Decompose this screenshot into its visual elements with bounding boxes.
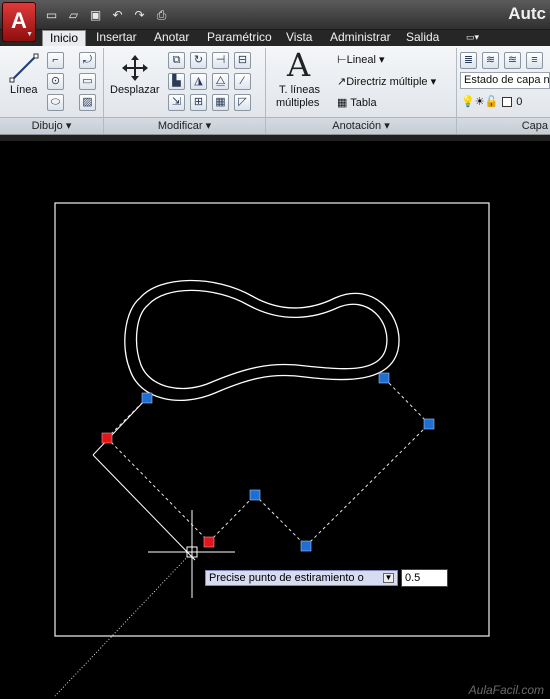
grip-unselected[interactable] xyxy=(141,392,153,404)
mtext-label-line1[interactable]: T. líneas xyxy=(279,84,320,96)
dynamic-input-prompt: Precise punto de estiramiento o ▼ xyxy=(205,570,398,586)
save-icon[interactable]: ▣ xyxy=(86,6,105,24)
directriz-label: Directriz múltiple xyxy=(346,76,428,88)
scale-icon[interactable]: ⇲ xyxy=(168,94,185,111)
circle-icon[interactable]: ⊙ xyxy=(47,73,64,90)
layer-states-icon[interactable]: ≋ xyxy=(482,52,499,69)
chamfer-icon[interactable]: ◸ xyxy=(234,94,251,111)
chevron-down-icon: ▼ xyxy=(26,31,33,38)
array-icon[interactable]: ⊞ xyxy=(190,94,207,111)
tab-salida[interactable]: Salida xyxy=(406,30,439,46)
watermark: AulaFacil.com xyxy=(468,683,544,697)
new-icon[interactable]: ▭ xyxy=(42,6,61,24)
panel-title-modificar[interactable]: Modificar ▾ xyxy=(104,117,265,134)
tab-parametrico[interactable]: Paramétrico xyxy=(207,30,272,46)
grip-selected[interactable] xyxy=(101,432,113,444)
open-icon[interactable]: ▱ xyxy=(64,6,83,24)
layer-control[interactable]: 💡☀🔓 0 xyxy=(461,95,522,108)
title-bar: ▭ ▱ ▣ ↶ ↷ ⎙ Autc xyxy=(0,0,550,30)
autocad-window: ▭ ▱ ▣ ↶ ↷ ⎙ Autc A ▼ Inicio Insertar Ano… xyxy=(0,0,550,699)
panel-title-capas[interactable]: Capa xyxy=(457,117,550,134)
tab-inicio[interactable]: Inicio xyxy=(42,30,87,47)
trim-icon[interactable]: ⊣ xyxy=(212,52,229,69)
linea-button[interactable]: Línea xyxy=(10,84,38,96)
dynamic-input-field[interactable]: 0.5 xyxy=(401,569,448,587)
hatch-icon[interactable]: ▨ xyxy=(79,94,96,111)
mtext-label-line2[interactable]: múltiples xyxy=(276,97,319,109)
dibujo-title-label: Dibujo xyxy=(31,120,63,132)
anotacion-title-label: Anotación xyxy=(332,120,382,132)
lineal-label: Lineal xyxy=(346,54,376,66)
grip-unselected[interactable] xyxy=(249,489,261,501)
copy-icon[interactable]: ⧉ xyxy=(168,52,185,69)
ribbon: Línea ⌐ ⊙ ⬭ ⤾ ▭ ▨ Dibujo ▾ Desplazar ⧉ ↻… xyxy=(0,46,550,135)
tab-administrar[interactable]: Administrar xyxy=(330,30,391,46)
tabla-label: Tabla xyxy=(350,97,377,109)
polyline-icon[interactable]: ⌐ xyxy=(47,52,64,69)
redo-icon[interactable]: ↷ xyxy=(130,6,149,24)
erase-icon[interactable]: ⊟ xyxy=(234,52,251,69)
multiline-text-icon[interactable]: A xyxy=(287,46,310,84)
layer-properties-icon[interactable]: ≣ xyxy=(460,52,477,69)
grip-selected[interactable] xyxy=(203,536,215,548)
layer-color-swatch xyxy=(502,97,513,108)
panel-title-anotacion[interactable]: Anotación ▾ xyxy=(266,117,456,134)
desplazar-button[interactable]: Desplazar xyxy=(110,84,160,96)
rectangle-icon[interactable]: ▭ xyxy=(79,73,96,90)
grip-unselected[interactable] xyxy=(378,372,390,384)
table-button[interactable]: ▦ Tabla xyxy=(337,96,377,109)
down-arrow-icon[interactable]: ▼ xyxy=(383,573,394,583)
window-title: Autc xyxy=(508,4,546,23)
rotate-icon[interactable]: ↻ xyxy=(190,52,207,69)
ribbon-tab-row: Inicio Insertar Anotar Paramétrico Vista… xyxy=(0,30,550,47)
layer-previous-icon[interactable]: ≊ xyxy=(504,52,521,69)
fillet-icon[interactable]: ◮ xyxy=(190,73,207,90)
application-menu-button[interactable]: A ▼ xyxy=(2,2,36,42)
tab-vista[interactable]: Vista xyxy=(286,30,312,46)
dimension-linear-button[interactable]: ⊢Lineal ▾ xyxy=(337,53,385,66)
move-icon[interactable] xyxy=(121,54,149,82)
print-icon[interactable]: ⎙ xyxy=(152,6,171,24)
layer-isolate-icon[interactable]: ≡ xyxy=(526,52,543,69)
capas-title-label: Capa xyxy=(521,120,548,132)
autocad-logo-icon: A xyxy=(11,8,27,33)
quick-access-toolbar: ▭ ▱ ▣ ↶ ↷ ⎙ xyxy=(42,6,171,24)
explode-icon[interactable]: ⁄ xyxy=(234,73,251,90)
multileader-button[interactable]: ↗Directriz múltiple ▾ xyxy=(337,75,436,88)
line-tool-icon[interactable] xyxy=(8,52,40,84)
panel-title-dibujo[interactable]: Dibujo ▾ xyxy=(0,117,103,134)
prompt-text: Precise punto de estiramiento o xyxy=(209,572,364,584)
layer-name: 0 xyxy=(516,96,523,108)
modificar-title-label: Modificar xyxy=(157,120,203,132)
ribbon-minimize-icon[interactable]: ▭▾ xyxy=(466,30,479,46)
grip-unselected[interactable] xyxy=(423,418,435,430)
undo-icon[interactable]: ↶ xyxy=(108,6,127,24)
mirror-icon[interactable]: ▙ xyxy=(168,73,185,90)
tab-insertar[interactable]: Insertar xyxy=(96,30,137,46)
grip-unselected[interactable] xyxy=(300,540,312,552)
ellipse-icon[interactable]: ⬭ xyxy=(47,94,64,111)
arc-icon[interactable]: ⤾ xyxy=(79,52,96,69)
drawing-canvas[interactable] xyxy=(0,141,550,699)
stretch-icon[interactable]: ⧋ xyxy=(212,73,229,90)
canvas-background xyxy=(0,141,550,699)
offset-icon[interactable]: ▦ xyxy=(212,94,229,111)
layer-state-combo[interactable]: Estado de capa n xyxy=(460,72,550,89)
tab-anotar[interactable]: Anotar xyxy=(154,30,189,46)
